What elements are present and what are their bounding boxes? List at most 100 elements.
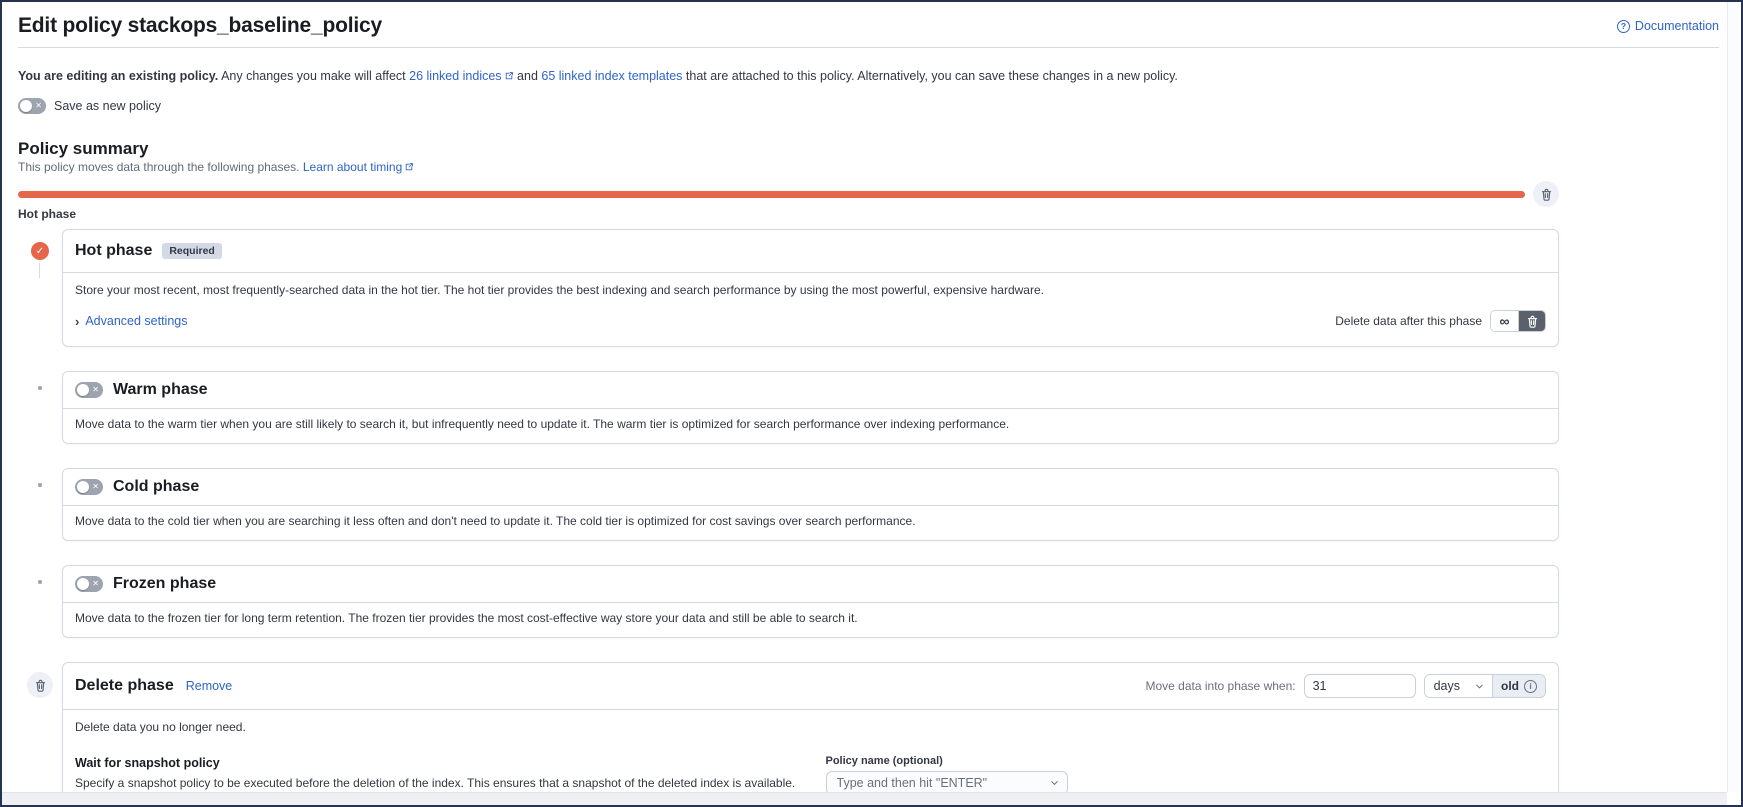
hot-phase-body: Store your most recent, most frequently-… [63, 273, 1558, 346]
save-as-new-policy-row: ✕ Save as new policy [18, 98, 1719, 114]
advanced-settings-label: Advanced settings [85, 313, 188, 328]
delete-phase-title: Delete phase [75, 677, 174, 694]
cold-phase-title: Cold phase [113, 478, 200, 495]
warm-phase-toggle[interactable]: ✕ [75, 382, 103, 398]
delete-data-after-phase-control: Delete data after this phase ∞ [1335, 310, 1546, 332]
rail-connector [39, 263, 40, 278]
delete-data-after-phase-label: Delete data after this phase [1335, 313, 1482, 328]
hot-phase-header: Hot phase Required [63, 230, 1558, 272]
toggle-off-icon: ✕ [35, 101, 42, 110]
save-as-new-policy-label: Save as new policy [54, 99, 162, 113]
callout-bold-text: You are editing an existing policy. [18, 69, 219, 83]
warm-phase-panel: ✕ Warm phase Move data to the warm tier … [62, 371, 1559, 444]
delete-phase-rail [18, 662, 62, 805]
cold-phase-description: Move data to the cold tier when you are … [75, 514, 916, 528]
warm-phase-rail [18, 371, 62, 444]
callout-text-1: Any changes you make will affect [218, 69, 410, 83]
keep-data-forever-button[interactable]: ∞ [1491, 311, 1518, 331]
timing-value-input[interactable] [1303, 674, 1416, 698]
info-icon[interactable]: i [1524, 679, 1537, 693]
chevron-right-icon: › [75, 313, 80, 329]
policy-summary-section: Policy summary This policy moves data th… [18, 138, 1559, 221]
chevron-down-icon[interactable] [1049, 778, 1060, 789]
delete-phase-body: Delete data you no longer need. Wait for… [63, 710, 1558, 805]
frozen-phase-title: Frozen phase [113, 575, 217, 592]
delete-phase-timing-controls: Move data into phase when: days old i [1145, 674, 1546, 698]
hot-phase-panel: Hot phase Required Store your most recen… [62, 229, 1559, 347]
chevron-down-icon [1476, 684, 1483, 688]
callout-text-2: and [513, 69, 542, 83]
move-data-into-phase-label: Move data into phase when: [1145, 679, 1296, 693]
timing-unit-select[interactable]: days [1424, 675, 1492, 697]
rail-dot [38, 580, 42, 584]
save-as-new-policy-toggle[interactable]: ✕ [18, 98, 46, 114]
page-header: Edit policy stackops_baseline_policy ? D… [18, 14, 1719, 38]
vertical-scrollbar[interactable] [1727, 2, 1741, 792]
external-link-icon [406, 163, 414, 171]
hot-phase-description: Store your most recent, most frequently-… [75, 283, 1044, 297]
warm-phase-header: ✕ Warm phase [63, 372, 1558, 408]
infinity-icon: ∞ [1499, 313, 1510, 329]
delete-data-button-group: ∞ [1490, 310, 1546, 332]
cold-phase-rail [18, 468, 62, 541]
remove-delete-phase-link[interactable]: Remove [186, 679, 233, 693]
horizontal-scrollbar[interactable] [2, 792, 1727, 805]
policy-summary-title: Policy summary [18, 139, 149, 158]
documentation-link[interactable]: ? Documentation [1616, 19, 1719, 33]
warm-phase-title: Warm phase [113, 381, 208, 398]
delete-phase-marker [27, 672, 53, 698]
delete-phase-header-left: Delete phase Remove [75, 676, 232, 696]
trash-icon [1527, 315, 1537, 328]
help-icon: ? [1616, 19, 1630, 33]
timing-suffix-append: old i [1492, 675, 1545, 697]
frozen-phase-description: Move data to the frozen tier for long te… [75, 611, 858, 625]
callout-text-3: that are attached to this policy. Altern… [682, 69, 1178, 83]
phases-list: ✓ Hot phase Required Store your most rec… [18, 229, 1559, 805]
timeline-delete-phase-button[interactable] [1533, 181, 1559, 207]
cold-phase-header: ✕ Cold phase [63, 469, 1558, 505]
trash-icon [35, 679, 45, 692]
cold-phase-panel: ✕ Cold phase Move data to the cold tier … [62, 468, 1559, 541]
check-icon: ✓ [35, 245, 45, 257]
toggle-off-icon: ✕ [92, 579, 99, 588]
page-content: Edit policy stackops_baseline_policy ? D… [2, 2, 1727, 805]
delete-phase-header: Delete phase Remove Move data into phase… [63, 663, 1558, 709]
toggle-knob [20, 100, 32, 112]
frozen-phase-row: ✕ Frozen phase Move data to the frozen t… [18, 565, 1559, 638]
policy-name-label: Policy name (optional) [825, 755, 943, 767]
external-link-icon [505, 72, 513, 80]
hot-phase-row: ✓ Hot phase Required Store your most rec… [18, 229, 1559, 347]
toggle-knob [77, 481, 89, 493]
page-title: Edit policy stackops_baseline_policy [18, 14, 382, 37]
rail-dot [38, 386, 42, 390]
advanced-settings-accordion[interactable]: › Advanced settings [75, 314, 188, 329]
toggle-off-icon: ✕ [92, 482, 99, 491]
toggle-knob [77, 578, 89, 590]
toggle-off-icon: ✕ [92, 385, 99, 394]
rail-dot [38, 483, 42, 487]
edit-policy-callout: You are editing an existing policy. Any … [18, 68, 1719, 84]
linked-index-templates-link[interactable]: 65 linked index templates [541, 69, 682, 83]
frozen-phase-toggle[interactable]: ✕ [75, 576, 103, 592]
warm-phase-row: ✕ Warm phase Move data to the warm tier … [18, 371, 1559, 444]
trash-icon [1541, 188, 1551, 201]
learn-about-timing-link[interactable]: Learn about timing [303, 160, 414, 174]
delete-phase-panel: Delete phase Remove Move data into phase… [62, 662, 1559, 805]
delete-data-button[interactable] [1518, 311, 1545, 331]
required-badge: Required [162, 243, 222, 259]
documentation-link-label: Documentation [1634, 19, 1719, 33]
delete-phase-description: Delete data you no longer need. [75, 720, 246, 734]
frozen-phase-panel: ✕ Frozen phase Move data to the frozen t… [62, 565, 1559, 638]
hot-phase-rail: ✓ [18, 229, 62, 347]
wait-for-snapshot-title: Wait for snapshot policy [75, 756, 220, 770]
hot-phase-timeline-bar [18, 190, 1525, 198]
hot-phase-title: Hot phase [75, 242, 153, 259]
linked-indices-link[interactable]: 26 linked indices [409, 69, 513, 83]
frozen-phase-header: ✕ Frozen phase [63, 566, 1558, 602]
cold-phase-toggle[interactable]: ✕ [75, 479, 103, 495]
header-divider [18, 47, 1719, 48]
frozen-phase-rail [18, 565, 62, 638]
timing-unit-value: days [1433, 679, 1460, 693]
timeline-hot-phase-label: Hot phase [18, 207, 77, 221]
policy-summary-subtitle: This policy moves data through the follo… [18, 160, 1559, 175]
